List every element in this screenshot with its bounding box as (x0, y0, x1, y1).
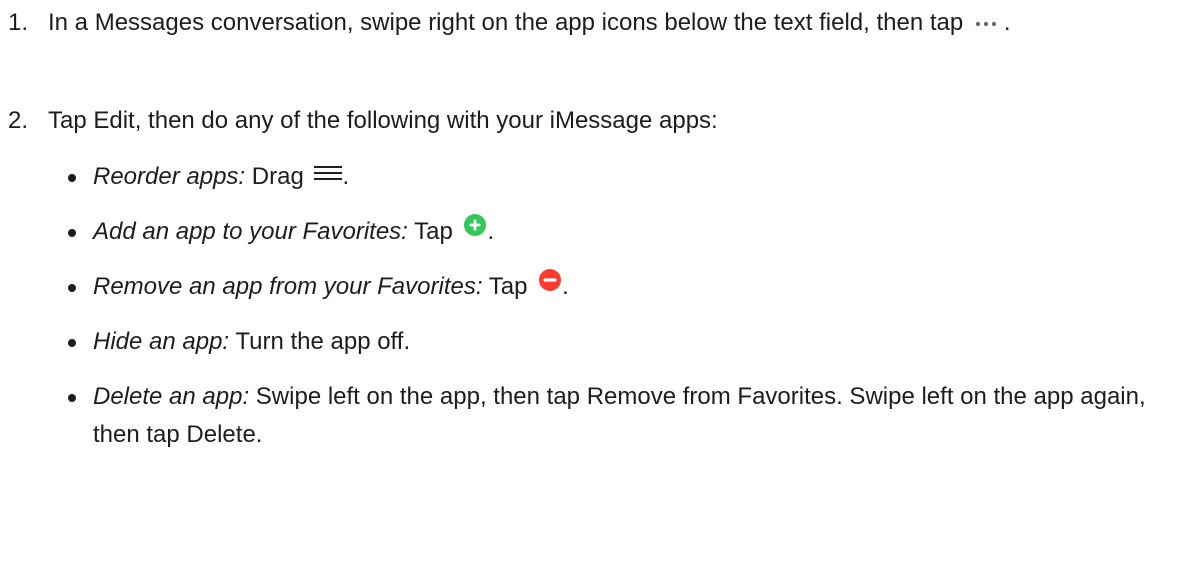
option-text: Drag (251, 163, 304, 190)
step-1: 1. In a Messages conversation, swipe rig… (0, 4, 1202, 84)
option-period: . (342, 163, 350, 190)
option-text: Tap (414, 218, 453, 245)
step-2-options-list: Reorder apps: Drag . Add an app to your … (0, 158, 1202, 454)
step-number: 2. (8, 107, 29, 134)
list-item: Add an app to your Favorites: Tap . (0, 213, 1202, 251)
bullet-icon (68, 339, 76, 347)
option-label: Remove an app from your Favorites: (93, 273, 483, 300)
step-1-text: In a Messages conversation, swipe right … (48, 9, 964, 36)
option-period: . (487, 218, 495, 245)
option-label: Hide an app: (93, 328, 230, 355)
step-2: 2. Tap Edit, then do any of the followin… (0, 102, 1202, 140)
bullet-icon (68, 284, 76, 292)
add-favorite-icon (463, 211, 487, 249)
step-1-period: . (1003, 9, 1011, 36)
instruction-steps: 1. In a Messages conversation, swipe rig… (0, 4, 1202, 454)
option-label: Add an app to your Favorites: (93, 218, 408, 245)
bullet-icon (68, 174, 76, 182)
option-label: Delete an app: (93, 383, 250, 410)
option-text: Turn the app off. (235, 328, 411, 355)
list-item: Remove an app from your Favorites: Tap . (0, 268, 1202, 306)
bullet-icon (68, 229, 76, 237)
reorder-handle-icon (314, 156, 343, 194)
option-label: Reorder apps: (93, 163, 246, 190)
list-item: Hide an app: Turn the app off. (0, 323, 1202, 361)
ellipsis-icon (974, 3, 1004, 41)
option-text: Swipe left on the app, then tap Remove f… (93, 383, 1146, 448)
list-item: Delete an app: Swipe left on the app, th… (0, 378, 1202, 454)
step-number: 1. (8, 9, 29, 36)
step-2-text: Tap Edit, then do any of the following w… (48, 107, 718, 134)
bullet-icon (68, 394, 76, 402)
option-text: Tap (488, 273, 528, 300)
option-period: . (562, 273, 569, 300)
list-item: Reorder apps: Drag . (0, 158, 1202, 196)
remove-favorite-icon (538, 266, 562, 304)
